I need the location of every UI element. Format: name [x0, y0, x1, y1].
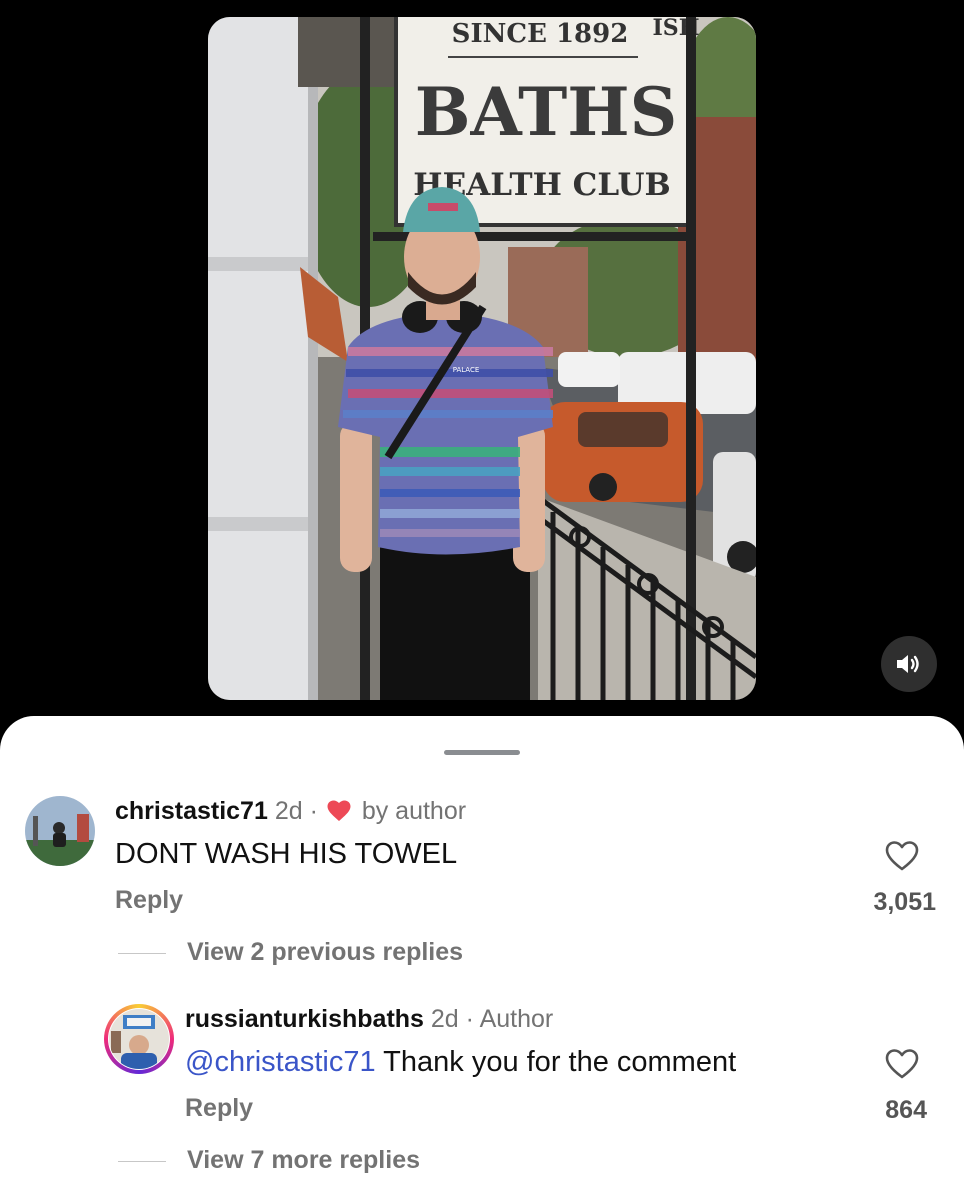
reply-button[interactable]: Reply: [185, 1094, 253, 1123]
author-badge: Author: [479, 1005, 554, 1033]
meta-separator: ·: [309, 797, 318, 825]
like-button[interactable]: [884, 1048, 920, 1085]
avatar[interactable]: [109, 1009, 169, 1069]
avatar[interactable]: [25, 796, 95, 866]
comment-username[interactable]: christastic71: [115, 797, 268, 825]
comment-text: @christastic71 Thank you for the comment: [185, 1046, 736, 1079]
replies-divider: [118, 953, 166, 954]
comment-time: 2d: [430, 1005, 459, 1033]
heart-filled-icon: [327, 800, 351, 829]
comment-time: 2d: [274, 797, 303, 825]
story-ring[interactable]: [104, 1004, 174, 1074]
like-button[interactable]: [884, 840, 920, 877]
comments-sheet: christastic71 2d · by author DONT WASH H…: [0, 716, 964, 1200]
comment-meta: christastic71 2d · by author: [115, 797, 466, 829]
sign-baths-text: BATHS: [415, 73, 678, 151]
comment-meta: russianturkishbaths 2d · Author: [185, 1005, 553, 1034]
comment-username[interactable]: russianturkishbaths: [185, 1005, 424, 1033]
meta-separator: ·: [465, 1005, 474, 1033]
liked-by-author-label: by author: [361, 797, 467, 825]
like-count: 864: [885, 1096, 927, 1124]
replies-divider: [118, 1161, 166, 1162]
avatar-image: [25, 796, 95, 866]
speaker-icon: [897, 655, 919, 673]
comment-text-body: Thank you for the comment: [375, 1046, 737, 1078]
heart-outline-icon: [885, 841, 919, 871]
reply-button[interactable]: Reply: [115, 886, 183, 915]
view-replies-label[interactable]: View 7 more replies: [187, 1146, 420, 1175]
sign-since-text: SINCE 1892: [452, 19, 629, 49]
like-count: 3,051: [873, 888, 936, 916]
video-frame[interactable]: SINCE 1892 ISH BATHS HEALTH CLUB PALACE: [208, 17, 756, 700]
mute-toggle-button[interactable]: [881, 636, 937, 692]
heart-outline-icon: [885, 1049, 919, 1079]
view-replies-label[interactable]: View 2 previous replies: [187, 938, 463, 967]
mention-link[interactable]: @christastic71: [185, 1046, 376, 1078]
shirt-logo-text: PALACE: [453, 366, 480, 374]
video-still: SINCE 1892 ISH BATHS HEALTH CLUB PALACE: [208, 17, 756, 700]
video-player[interactable]: SINCE 1892 ISH BATHS HEALTH CLUB PALACE: [0, 0, 964, 720]
avatar-image: [109, 1009, 169, 1069]
sheet-grabber[interactable]: [444, 750, 520, 755]
comment-text: DONT WASH HIS TOWEL: [115, 838, 458, 870]
